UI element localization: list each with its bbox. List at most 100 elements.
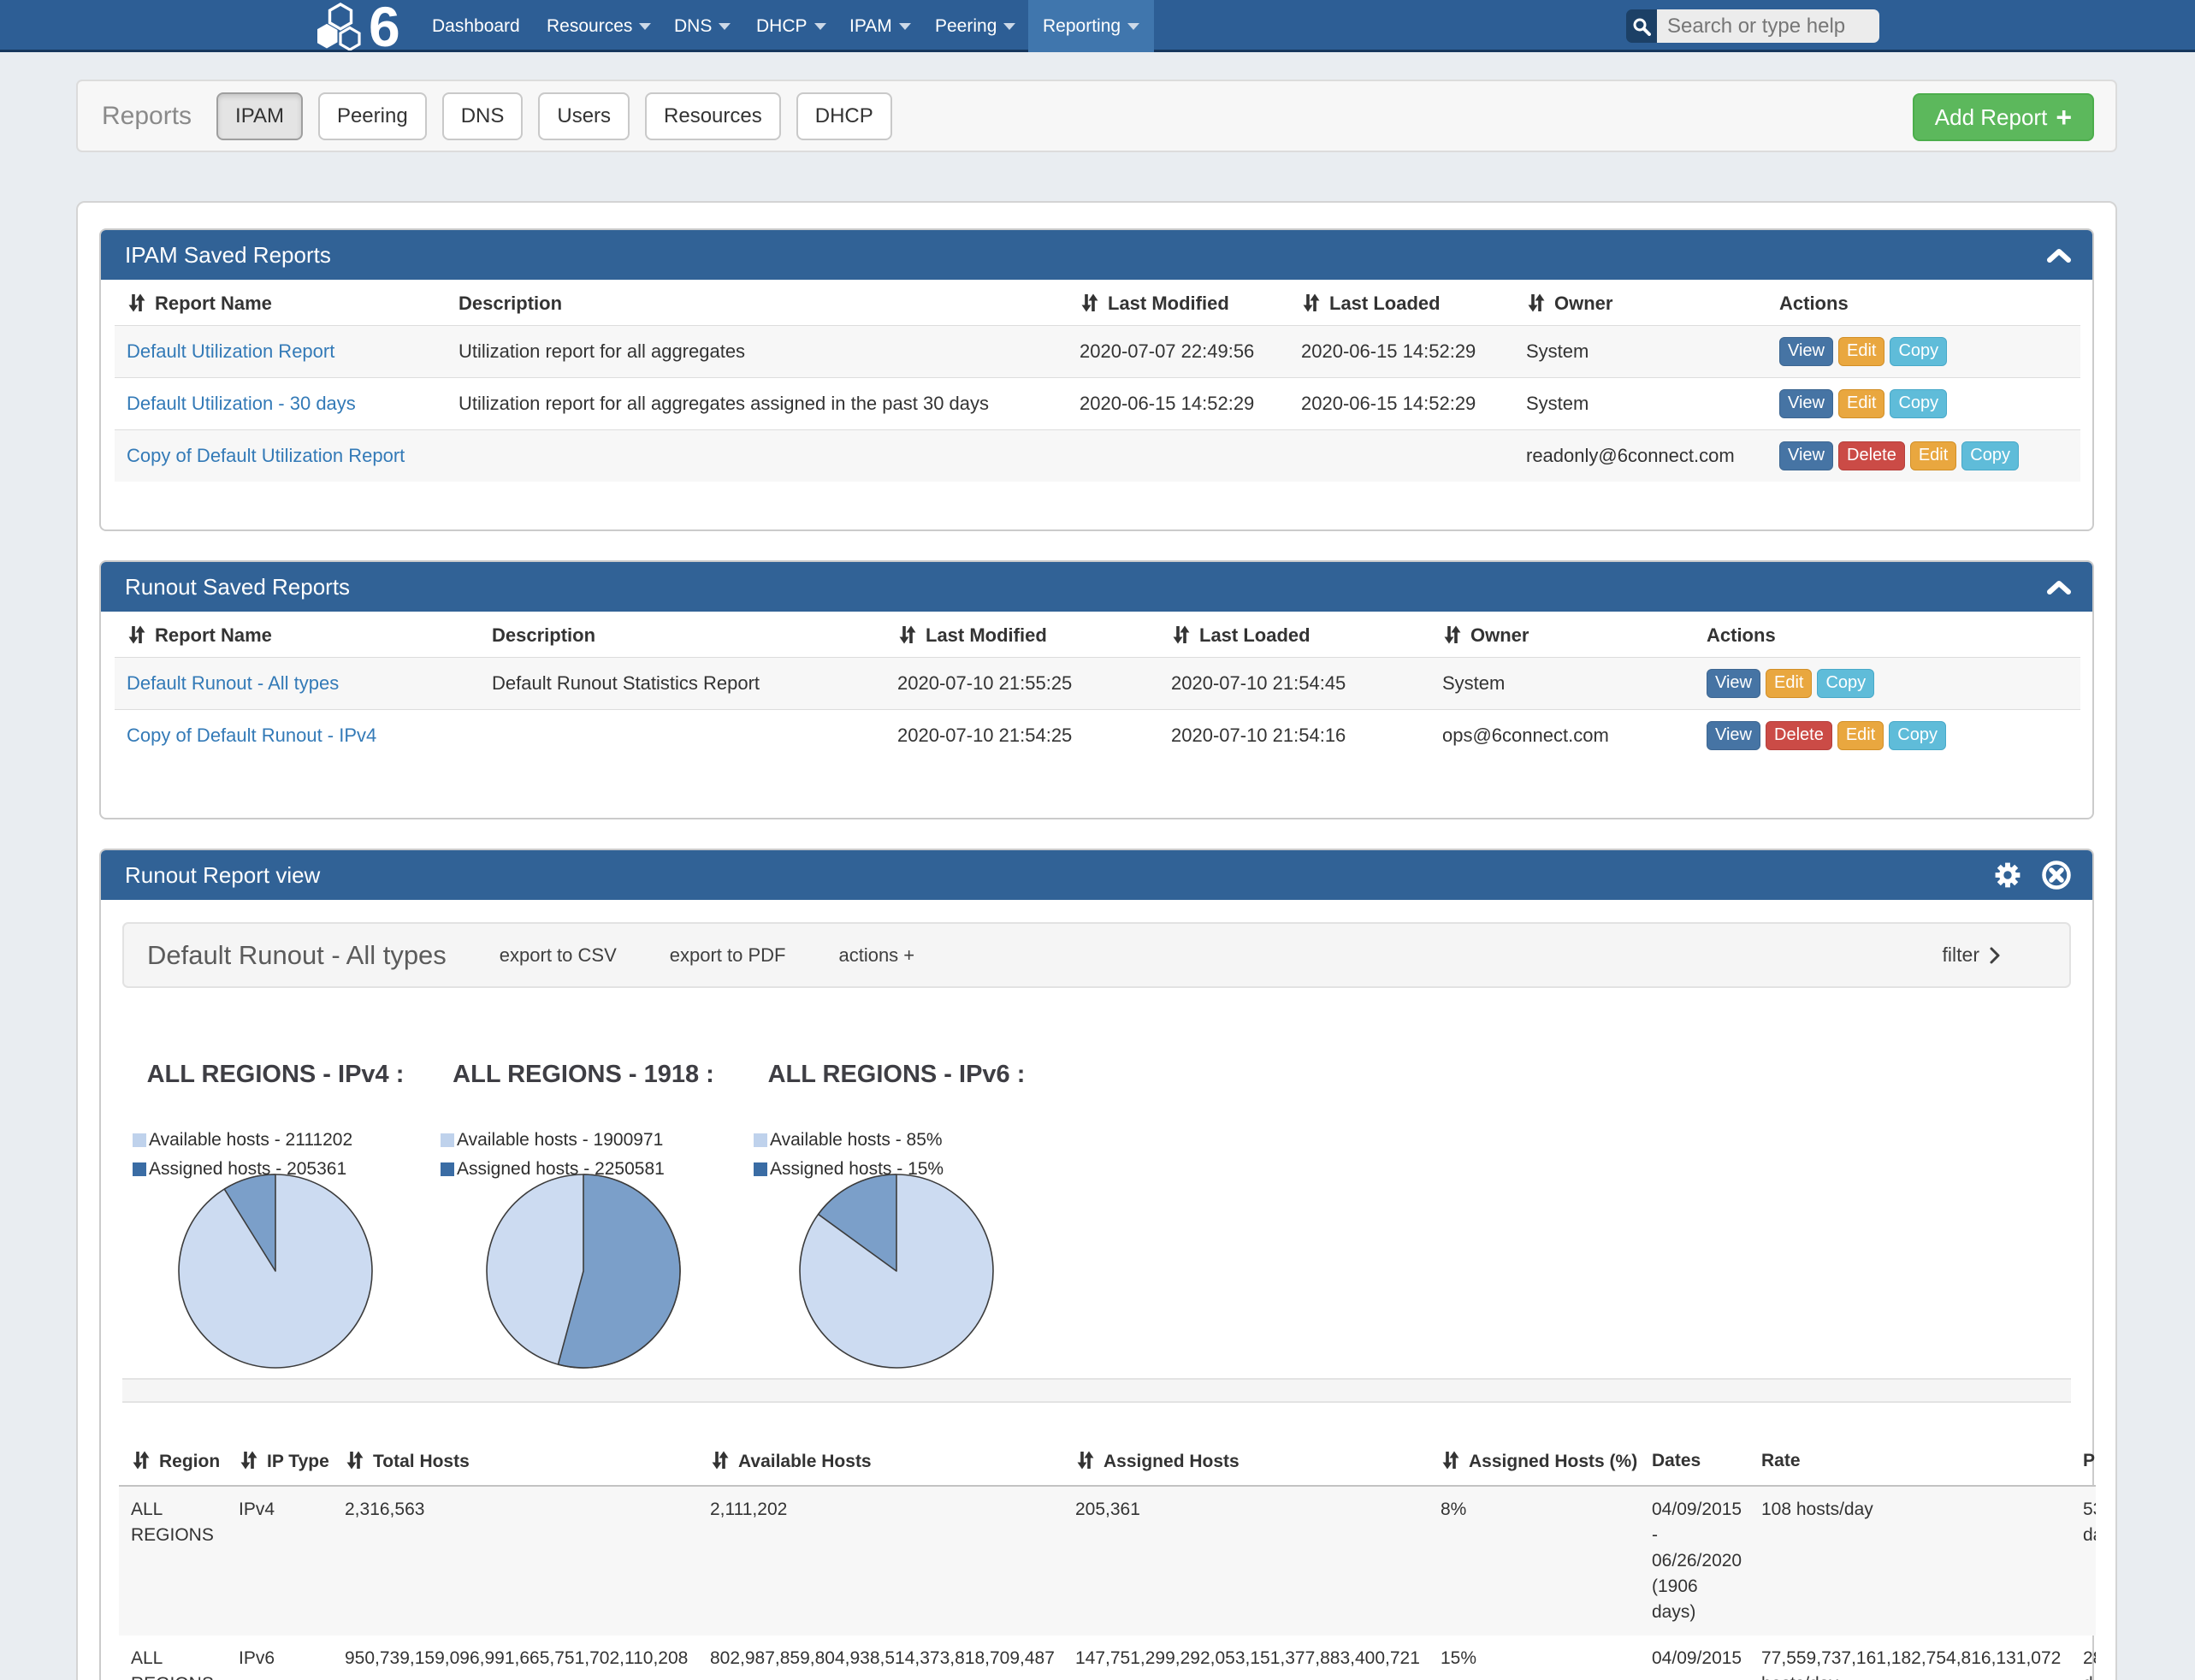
main-content-card: IPAM Saved Reports Report NameDescriptio… (76, 201, 2117, 1680)
column-header[interactable]: Last Loaded (1289, 280, 1514, 326)
close-button[interactable] (2041, 860, 2072, 890)
report-name-link[interactable]: Default Utilization - 30 days (127, 393, 356, 414)
nav-item-dhcp[interactable]: DHCP (742, 0, 841, 52)
report-tab-dns[interactable]: DNS (442, 92, 524, 140)
search-input[interactable] (1657, 9, 1879, 43)
sort-icon (1171, 624, 1192, 645)
runout-report-view-body: Default Runout - All types export to CSV… (101, 922, 2092, 1680)
nav-item-ipam[interactable]: IPAM (835, 0, 926, 52)
legend-item[interactable]: Assigned hosts - 2250581 (441, 1155, 665, 1184)
report-name-link[interactable]: Copy of Default Utilization Report (127, 445, 405, 466)
legend-item[interactable]: Available hosts - 1900971 (441, 1126, 665, 1155)
report-view-toolbar: Default Runout - All types export to CSV… (122, 922, 2071, 988)
report-tab-ipam[interactable]: IPAM (216, 92, 303, 140)
table-header-row: Report NameDescriptionLast ModifiedLast … (115, 612, 2080, 658)
collapse-button[interactable] (2046, 247, 2072, 263)
sort-icon (1075, 1450, 1096, 1470)
delete-button[interactable]: Delete (1766, 721, 1832, 750)
ip-type-cell: IPv6 (232, 1636, 338, 1680)
column-header[interactable]: Region (119, 1437, 232, 1486)
pie-chart[interactable] (427, 1173, 740, 1371)
table-row: Default Runout - All typesDefault Runout… (115, 658, 2080, 710)
column-label: Description (459, 293, 562, 314)
copy-button[interactable]: Copy (1817, 669, 1874, 698)
6connect-logo[interactable]: 6 (317, 3, 416, 50)
caret-down-icon (814, 23, 826, 30)
legend-item[interactable]: Available hosts - 85% (754, 1126, 944, 1155)
edit-button[interactable]: Edit (1766, 669, 1812, 698)
column-header[interactable]: Available Hosts (703, 1437, 1068, 1486)
legend-item[interactable]: Available hosts - 2111202 (133, 1126, 352, 1155)
pie-chart[interactable] (740, 1173, 1053, 1371)
edit-button[interactable]: Edit (1910, 441, 1956, 470)
nav-item-resources[interactable]: Resources (532, 0, 666, 52)
column-header: Actions (1695, 612, 2080, 658)
column-header[interactable]: Assigned Hosts (1068, 1437, 1434, 1486)
legend-item[interactable]: Assigned hosts - 205361 (133, 1155, 352, 1184)
copy-button[interactable]: Copy (1889, 721, 1946, 750)
legend-item[interactable]: Assigned hosts - 15% (754, 1155, 944, 1184)
report-tab-dhcp[interactable]: DHCP (796, 92, 892, 140)
edit-button[interactable]: Edit (1837, 721, 1884, 750)
column-header[interactable]: Owner (1514, 280, 1767, 326)
brand-text: 6 (369, 4, 399, 49)
view-button[interactable]: View (1779, 389, 1833, 418)
chevron-up-icon (2046, 247, 2072, 263)
copy-button[interactable]: Copy (1890, 337, 1947, 366)
view-button[interactable]: View (1707, 669, 1760, 698)
report-name-link[interactable]: Copy of Default Runout - IPv4 (127, 725, 376, 746)
column-header[interactable]: Owner (1430, 612, 1695, 658)
search-button[interactable] (1626, 9, 1657, 43)
view-button[interactable]: View (1779, 441, 1833, 470)
report-tab-resources[interactable]: Resources (645, 92, 781, 140)
edit-button[interactable]: Edit (1838, 389, 1884, 418)
column-header[interactable]: IP Type (232, 1437, 338, 1486)
settings-button[interactable] (1993, 861, 2022, 890)
view-button[interactable]: View (1707, 721, 1760, 750)
view-button[interactable]: View (1779, 337, 1833, 366)
report-name-cell: Default Utilization - 30 days (115, 378, 447, 430)
runout-report-view-header: Runout Report view (101, 850, 2092, 900)
nav-item-dashboard[interactable]: Dashboard (417, 0, 535, 52)
search-icon (1632, 17, 1651, 36)
column-header[interactable]: Last Modified (1068, 280, 1289, 326)
report-tab-users[interactable]: Users (538, 92, 630, 140)
chart-title: ALL REGIONS - IPv6 : (740, 1061, 1053, 1091)
report-tab-peering[interactable]: Peering (318, 92, 427, 140)
filter-toggle[interactable]: filter (1943, 944, 2049, 967)
owner-cell: System (1430, 658, 1695, 710)
export-pdf-link[interactable]: export to PDF (670, 944, 786, 967)
column-header[interactable]: Report Name (115, 280, 447, 326)
report-name-link[interactable]: Default Utilization Report (127, 340, 334, 362)
column-header[interactable]: Report Name (115, 612, 480, 658)
nav-item-peering[interactable]: Peering (920, 0, 1030, 52)
copy-button[interactable]: Copy (1890, 389, 1947, 418)
export-csv-link[interactable]: export to CSV (500, 944, 617, 967)
column-label: Actions (1707, 624, 1776, 646)
report-name-link[interactable]: Default Runout - All types (127, 672, 339, 694)
chart-legend: Available hosts - 2111202Assigned hosts … (133, 1126, 352, 1184)
nav-item-label: Peering (935, 16, 997, 37)
ip-type-cell: IPv4 (232, 1486, 338, 1636)
add-report-button[interactable]: Add Report + (1913, 93, 2094, 141)
column-label: Total Hosts (373, 1452, 470, 1471)
projected-cell: 53da (2076, 1486, 2096, 1636)
last-modified-cell: 2020-07-07 22:49:56 (1068, 326, 1289, 378)
column-header: Pr (2076, 1437, 2096, 1486)
available-hosts-cell: 2,111,202 (703, 1486, 1068, 1636)
plus-icon: + (2056, 104, 2072, 131)
pie-chart[interactable] (119, 1173, 432, 1371)
runout-saved-reports-table: Report NameDescriptionLast ModifiedLast … (115, 612, 2080, 761)
panel-title: Runout Report view (125, 862, 320, 889)
copy-button[interactable]: Copy (1961, 441, 2019, 470)
column-header[interactable]: Total Hosts (338, 1437, 703, 1486)
column-header[interactable]: Last Loaded (1159, 612, 1430, 658)
actions-link[interactable]: actions + (838, 944, 914, 967)
delete-button[interactable]: Delete (1838, 441, 1905, 470)
column-header[interactable]: Last Modified (885, 612, 1159, 658)
nav-item-reporting[interactable]: Reporting (1028, 0, 1154, 52)
nav-item-dns[interactable]: DNS (660, 0, 745, 52)
edit-button[interactable]: Edit (1838, 337, 1884, 366)
collapse-button[interactable] (2046, 579, 2072, 595)
column-header[interactable]: Assigned Hosts (%) (1434, 1437, 1642, 1486)
